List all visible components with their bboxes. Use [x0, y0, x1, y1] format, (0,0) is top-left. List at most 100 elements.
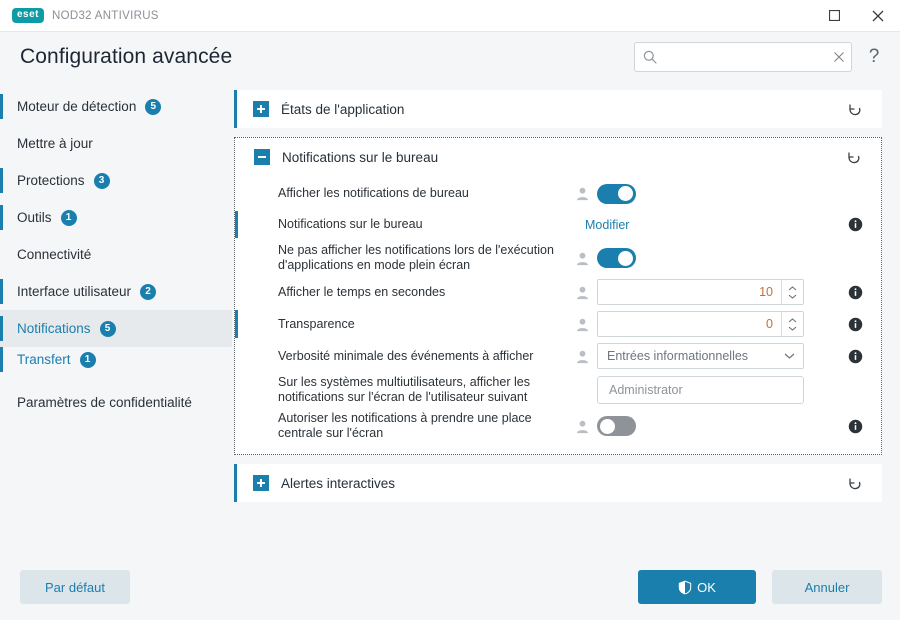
- eset-logo-text: eset: [17, 9, 40, 20]
- expand-plus-icon[interactable]: [253, 101, 269, 117]
- sidebar-item-protections[interactable]: Protections 3: [0, 162, 232, 199]
- spinner-arrows[interactable]: [781, 312, 803, 336]
- active-marker: [0, 316, 3, 341]
- cancel-button[interactable]: Annuler: [772, 570, 882, 604]
- section-title: Notifications sur le bureau: [282, 149, 439, 165]
- close-icon[interactable]: [856, 0, 900, 32]
- spinner-value[interactable]: 0: [598, 312, 781, 336]
- header-actions: ?: [634, 42, 886, 72]
- toggle-knob: [600, 418, 615, 434]
- window-controls: [812, 0, 900, 32]
- toggle-ne-pas-afficher-plein-ecran[interactable]: [597, 248, 636, 268]
- revert-icon[interactable]: [844, 473, 864, 493]
- sidebar-item-badge: 1: [79, 351, 96, 368]
- page-header: Configuration avancée ?: [0, 32, 900, 82]
- user-permission-icon: [577, 252, 588, 265]
- setting-label: Afficher le temps en secondes: [278, 284, 446, 299]
- chevron-down-icon[interactable]: [788, 326, 797, 331]
- search-icon: [643, 50, 657, 64]
- search-input[interactable]: [657, 50, 833, 64]
- row-accent-bar: [235, 211, 238, 238]
- section-title: États de l'application: [281, 101, 405, 117]
- eset-advanced-setup-window: eset NOD32 ANTIVIRUS Configuration avanc…: [0, 0, 900, 620]
- chevron-up-icon[interactable]: [788, 285, 797, 291]
- section-header[interactable]: Alertes interactives: [234, 464, 882, 502]
- section-alertes-interactives[interactable]: Alertes interactives: [234, 464, 882, 502]
- ok-button-label: OK: [697, 579, 716, 595]
- sidebar-item-label: Outils: [17, 210, 52, 225]
- spinner-transparence[interactable]: 0: [597, 311, 804, 337]
- info-icon[interactable]: [848, 285, 863, 300]
- settings-panel: États de l'application Notifications sur…: [232, 82, 900, 554]
- revert-icon[interactable]: [843, 147, 863, 167]
- sidebar-item-label: Transfert: [17, 352, 71, 367]
- shield-icon: [678, 580, 692, 594]
- sidebar-item-connectivite[interactable]: Connectivité: [0, 236, 232, 273]
- spinner-afficher-le-temps-en-secondes[interactable]: 10: [597, 279, 804, 305]
- setting-control: [575, 376, 848, 404]
- revert-icon[interactable]: [844, 99, 864, 119]
- sidebar-item-label: Mettre à jour: [17, 136, 93, 151]
- utilisateur-suivant-field[interactable]: [607, 382, 794, 398]
- info-icon[interactable]: [848, 317, 863, 332]
- clear-search-icon[interactable]: [833, 51, 845, 63]
- sidebar-item-badge: 3: [93, 172, 110, 189]
- select-verbosite-minimale[interactable]: Entrées informationnelles: [597, 343, 804, 369]
- toggle-afficher-notifications-bureau[interactable]: [597, 183, 636, 204]
- setting-row-transparence: Transparence 0: [235, 308, 881, 340]
- sidebar-item-label: Protections: [17, 173, 85, 188]
- setting-control: Entrées informationnelles: [575, 343, 848, 369]
- section-header[interactable]: États de l'application: [234, 90, 882, 128]
- setting-label: Verbosité minimale des événements à affi…: [278, 348, 534, 363]
- setting-label: Autoriser les notifications à prendre un…: [278, 411, 532, 440]
- sidebar-item-moteur-de-detection[interactable]: Moteur de détection 5: [0, 88, 232, 125]
- settings-rows: Afficher les notifications de bureau Not…: [235, 176, 881, 454]
- section-accent-bar: [234, 90, 237, 128]
- toggle-knob: [618, 186, 633, 201]
- spinner-arrows[interactable]: [781, 280, 803, 304]
- toggle-place-centrale-ecran[interactable]: [597, 416, 636, 436]
- sidebar-item-parametres-de-confidentialite[interactable]: Paramètres de confidentialité: [0, 384, 232, 421]
- sidebar-item-outils[interactable]: Outils 1: [0, 199, 232, 236]
- sidebar-item-notifications[interactable]: Notifications 5: [0, 310, 232, 347]
- ok-button[interactable]: OK: [638, 570, 756, 604]
- setting-row-systemes-multiutilisateurs: Sur les systèmes multiutilisateurs, affi…: [235, 372, 881, 408]
- toggle-knob: [618, 250, 633, 266]
- search-box[interactable]: [634, 42, 852, 72]
- info-icon[interactable]: [848, 349, 863, 364]
- user-permission-icon: [577, 286, 588, 299]
- expand-plus-icon[interactable]: [253, 475, 269, 491]
- section-header[interactable]: Notifications sur le bureau: [235, 138, 881, 176]
- input-utilisateur-suivant[interactable]: [597, 376, 804, 404]
- title-bar: eset NOD32 ANTIVIRUS: [0, 0, 900, 32]
- eset-logo-icon: eset: [12, 8, 45, 23]
- sidebar-item-transfert[interactable]: Transfert 1: [0, 347, 232, 372]
- info-icon[interactable]: [848, 419, 863, 434]
- setting-control: [575, 416, 848, 436]
- sidebar-item-mettre-a-jour[interactable]: Mettre à jour: [0, 125, 232, 162]
- user-permission-icon: [577, 350, 588, 363]
- page-title: Configuration avancée: [20, 45, 233, 68]
- info-icon[interactable]: [848, 217, 863, 232]
- sidebar-item-interface-utilisateur[interactable]: Interface utilisateur 2: [0, 273, 232, 310]
- row-accent-bar: [235, 310, 238, 338]
- collapse-minus-icon[interactable]: [254, 149, 270, 165]
- help-button[interactable]: ?: [862, 43, 886, 71]
- spinner-value[interactable]: 10: [598, 280, 781, 304]
- setting-row-place-centrale-ecran: Autoriser les notifications à prendre un…: [235, 408, 881, 444]
- select-value: Entrées informationnelles: [607, 349, 749, 363]
- maximize-icon[interactable]: [812, 0, 856, 32]
- user-permission-icon: [577, 420, 588, 433]
- section-etats-de-lapplication[interactable]: États de l'application: [234, 90, 882, 128]
- modify-link[interactable]: Modifier: [585, 218, 629, 232]
- sidebar-item-label: Moteur de détection: [17, 99, 137, 114]
- chevron-up-icon[interactable]: [788, 317, 797, 323]
- active-marker: [0, 279, 3, 304]
- chevron-down-icon[interactable]: [788, 294, 797, 299]
- active-marker: [0, 347, 3, 372]
- setting-label: Sur les systèmes multiutilisateurs, affi…: [278, 375, 530, 404]
- default-button[interactable]: Par défaut: [20, 570, 130, 604]
- chevron-down-icon[interactable]: [784, 353, 795, 359]
- sidebar-nav: Moteur de détection 5 Mettre à jour Prot…: [0, 82, 232, 554]
- setting-label: Notifications sur le bureau: [278, 217, 423, 231]
